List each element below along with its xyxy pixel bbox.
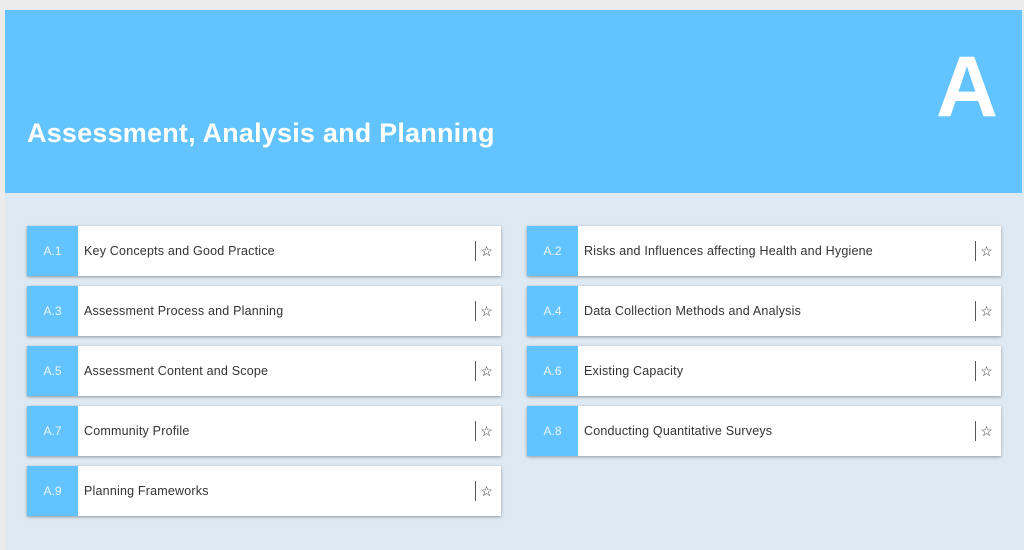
chapter-letter: A <box>935 39 998 135</box>
section-title: Community Profile <box>84 424 190 438</box>
section-number: A.1 <box>27 226 78 276</box>
star-icon[interactable]: ☆ <box>475 301 497 321</box>
section-card-a6[interactable]: A.6 Existing Capacity ☆ <box>527 346 1001 396</box>
section-list: A.1 Key Concepts and Good Practice ☆ A.2… <box>27 226 1002 516</box>
section-card-a8[interactable]: A.8 Conducting Quantitative Surveys ☆ <box>527 406 1001 456</box>
section-title: Assessment Content and Scope <box>84 364 269 378</box>
star-icon[interactable]: ☆ <box>975 241 997 261</box>
section-number: A.7 <box>27 406 78 456</box>
star-icon[interactable]: ☆ <box>475 361 497 381</box>
star-icon[interactable]: ☆ <box>475 421 497 441</box>
section-title: Existing Capacity <box>584 364 684 378</box>
section-card-a2[interactable]: A.2 Risks and Influences affecting Healt… <box>527 226 1001 276</box>
star-icon[interactable]: ☆ <box>475 481 497 501</box>
section-card-a7[interactable]: A.7 Community Profile ☆ <box>27 406 501 456</box>
section-number: A.8 <box>527 406 578 456</box>
section-number: A.5 <box>27 346 78 396</box>
section-card-a3[interactable]: A.3 Assessment Process and Planning ☆ <box>27 286 501 336</box>
star-icon[interactable]: ☆ <box>475 241 497 261</box>
section-number: A.4 <box>527 286 578 336</box>
chapter-page: Assessment, Analysis and Planning A A.1 … <box>5 10 1024 550</box>
chapter-title: Assessment, Analysis and Planning <box>27 118 495 148</box>
section-card-a4[interactable]: A.4 Data Collection Methods and Analysis… <box>527 286 1001 336</box>
section-card-a1[interactable]: A.1 Key Concepts and Good Practice ☆ <box>27 226 501 276</box>
section-title: Planning Frameworks <box>84 484 209 498</box>
section-number: A.2 <box>527 226 578 276</box>
section-title: Assessment Process and Planning <box>84 304 284 318</box>
star-icon[interactable]: ☆ <box>975 301 997 321</box>
star-icon[interactable]: ☆ <box>975 361 997 381</box>
section-title: Risks and Influences affecting Health an… <box>584 244 873 258</box>
section-number: A.9 <box>27 466 78 516</box>
section-number: A.3 <box>27 286 78 336</box>
section-title: Key Concepts and Good Practice <box>84 244 275 258</box>
chapter-header: Assessment, Analysis and Planning A <box>5 10 1022 193</box>
section-card-a9[interactable]: A.9 Planning Frameworks ☆ <box>27 466 501 516</box>
star-icon[interactable]: ☆ <box>975 421 997 441</box>
section-title: Data Collection Methods and Analysis <box>584 304 802 318</box>
section-number: A.6 <box>527 346 578 396</box>
section-title: Conducting Quantitative Surveys <box>584 424 773 438</box>
section-card-a5[interactable]: A.5 Assessment Content and Scope ☆ <box>27 346 501 396</box>
